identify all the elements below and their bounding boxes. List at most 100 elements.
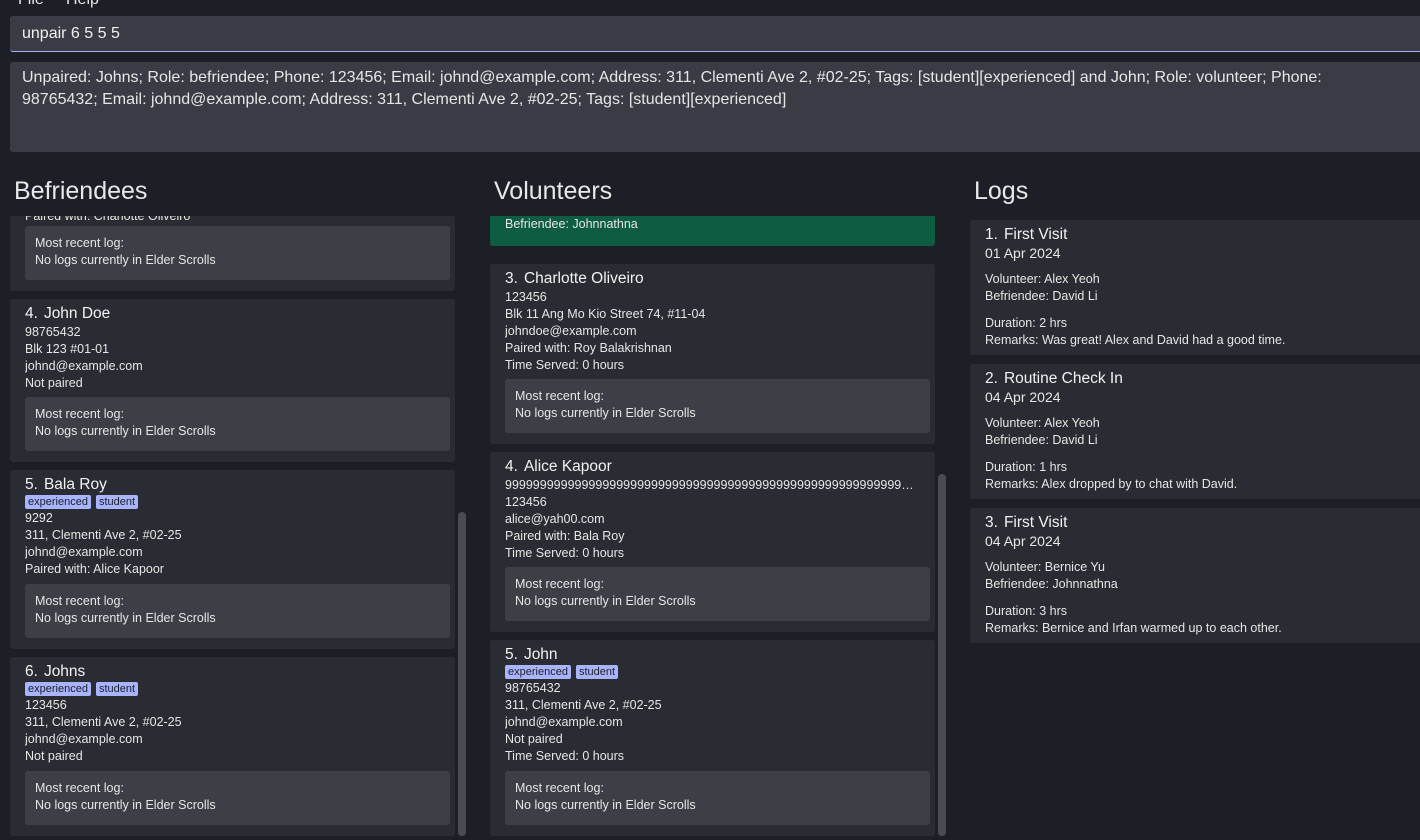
tag-badge: experienced [505,665,571,679]
person-name: 3. Charlotte Oliveiro [505,270,644,287]
paired-text: Not paired [25,376,83,390]
log-title: 2. Routine Check In [985,370,1123,387]
address-text: Blk 11 Ang Mo Kio Street 74, #11-04 [505,307,706,321]
log-date: 04 Apr 2024 [985,533,1061,549]
email-text: johnd@example.com [25,732,143,746]
time-served-text: Time Served: 0 hours [505,358,625,372]
log-card[interactable]: 2. Routine Check In 04 Apr 2024 Volunteer… [970,364,1420,499]
person-name: 5. John [505,646,558,663]
menu-file[interactable]: File [18,0,44,9]
befriendee-card[interactable]: 5. Bala Roy experienced student 9292 311,… [10,470,455,649]
tag-badge: experienced [25,495,91,509]
recent-log-text: No logs currently in Elder Scrolls [515,406,696,420]
phone-text: 123456 [505,495,547,509]
volunteers-title: Volunteers [494,177,613,205]
recent-log-text: No logs currently in Elder Scrolls [515,594,696,608]
phone-text: 123456 [505,290,547,304]
volunteer-card[interactable]: 5. John experienced student 98765432 311,… [490,640,935,836]
volunteer-card-selected[interactable]: Befriendee: Johnnathna [490,216,935,246]
recent-log-label: Most recent log: [515,781,604,795]
log-remarks: Remarks: Alex dropped by to chat with Da… [985,477,1238,491]
log-remarks: Remarks: Was great! Alex and David had a… [985,333,1286,347]
recent-log-box: Most recent log: No logs currently in El… [25,584,450,638]
log-volunteer: Volunteer: Alex Yeoh [985,272,1100,286]
log-befriendee: Befriendee: Johnnathna [985,577,1118,591]
befriendee-list[interactable]: Paired with: Charlotte Oliveiro Most rec… [0,216,470,840]
log-volunteer: Volunteer: Alex Yeoh [985,416,1100,430]
phone-text: 9292 [25,511,53,525]
tag-list: experienced student [25,495,440,509]
recent-log-box: Most recent log: No logs currently in El… [25,771,450,825]
tag-badge: student [95,682,139,696]
address-text: 311, Clementi Ave 2, #02-25 [505,698,662,712]
recent-log-box: Most recent log: No logs currently in El… [25,397,450,451]
log-befriendee: Befriendee: David Li [985,433,1098,447]
recent-log-text: No logs currently in Elder Scrolls [35,798,216,812]
befriendees-title: Befriendees [14,177,148,205]
recent-log-text: No logs currently in Elder Scrolls [35,424,216,438]
result-display: Unpaired: Johns; Role: befriendee; Phone… [10,62,1420,152]
person-name: 5. Bala Roy [25,476,107,493]
address-text: 311, Clementi Ave 2, #02-25 [25,715,182,729]
paired-text: Paired with: Roy Balakrishnan [505,341,672,355]
log-befriendee: Befriendee: David Li [985,289,1098,303]
person-name: 6. Johns [25,663,86,680]
time-served-text: Time Served: 0 hours [505,546,625,560]
address-text: Blk 123 #01-01 [25,342,110,356]
recent-log-text: No logs currently in Elder Scrolls [35,611,216,625]
tag-list: experienced student [25,682,440,696]
paired-text: Not paired [25,749,83,763]
menu-help[interactable]: Help [66,0,99,9]
paired-text: Not paired [505,732,563,746]
email-text: alice@yah00.com [505,512,605,526]
log-remarks: Remarks: Bernice and Irfan warmed up to … [985,621,1282,635]
recent-log-label: Most recent log: [35,407,124,421]
recent-log-text: No logs currently in Elder Scrolls [35,253,216,267]
email-text: johnd@example.com [505,715,623,729]
log-card[interactable]: 1. First Visit 01 Apr 2024 Volunteer: Ale… [970,220,1420,355]
log-duration: Duration: 1 hrs [985,460,1067,474]
recent-log-label: Most recent log: [515,389,604,403]
log-title: 1. First Visit [985,226,1068,243]
log-duration: Duration: 2 hrs [985,316,1067,330]
log-duration: Duration: 3 hrs [985,604,1067,618]
log-card[interactable]: 3. First Visit 04 Apr 2024 Volunteer: Ber… [970,508,1420,643]
volunteer-card[interactable]: 3. Charlotte Oliveiro 123456 Blk 11 Ang M… [490,264,935,444]
log-title: 3. First Visit [985,514,1068,531]
recent-log-label: Most recent log: [515,577,604,591]
paired-text: Paired with: Charlotte Oliveiro [25,216,191,223]
tag-list: experienced student [505,665,920,679]
log-date: 01 Apr 2024 [985,245,1061,261]
tag-badge: student [575,665,619,679]
recent-log-text: No logs currently in Elder Scrolls [515,798,696,812]
volunteer-list[interactable]: Befriendee: Johnnathna 3. Charlotte Olive… [480,216,950,840]
paired-text: Paired with: Alice Kapoor [25,562,164,576]
email-text: johnd@example.com [25,545,143,559]
paired-befriendee-text: Befriendee: Johnnathna [505,217,638,231]
person-name: 4. John Doe [25,305,111,322]
recent-log-box: Most recent log: No logs currently in El… [505,379,930,433]
time-served-text: Time Served: 0 hours [505,749,625,763]
email-text: johndoe@example.com [505,324,637,338]
log-volunteer: Volunteer: Bernice Yu [985,560,1105,574]
tag-badge: experienced [25,682,91,696]
email-text: johnd@example.com [25,359,143,373]
recent-log-label: Most recent log: [35,781,124,795]
befriendee-scrollbar[interactable] [458,512,466,836]
tag-badge: student [95,495,139,509]
befriendee-card-partial[interactable]: Paired with: Charlotte Oliveiro Most rec… [10,216,455,291]
menu-bar: File Help [0,0,1420,14]
phone-text: 123456 [25,698,67,712]
recent-log-box: Most recent log: No logs currently in El… [505,567,930,621]
paired-text: Paired with: Bala Roy [505,529,625,543]
volunteer-scrollbar[interactable] [938,474,946,836]
volunteer-card[interactable]: 4. Alice Kapoor 9999999999999999999999999… [490,452,935,632]
recent-log-label: Most recent log: [35,236,124,250]
befriendee-card[interactable]: 6. Johns experienced student 123456 311, … [10,657,455,836]
logs-title: Logs [974,177,1029,205]
command-input[interactable]: unpair 6 5 5 5 [10,16,1420,52]
person-name: 4. Alice Kapoor [505,458,612,475]
recent-log-label: Most recent log: [35,594,124,608]
befriendee-card[interactable]: 4. John Doe 98765432 Blk 123 #01-01 johnd… [10,299,455,462]
recent-log-box: Most recent log: No logs currently in El… [505,771,930,825]
